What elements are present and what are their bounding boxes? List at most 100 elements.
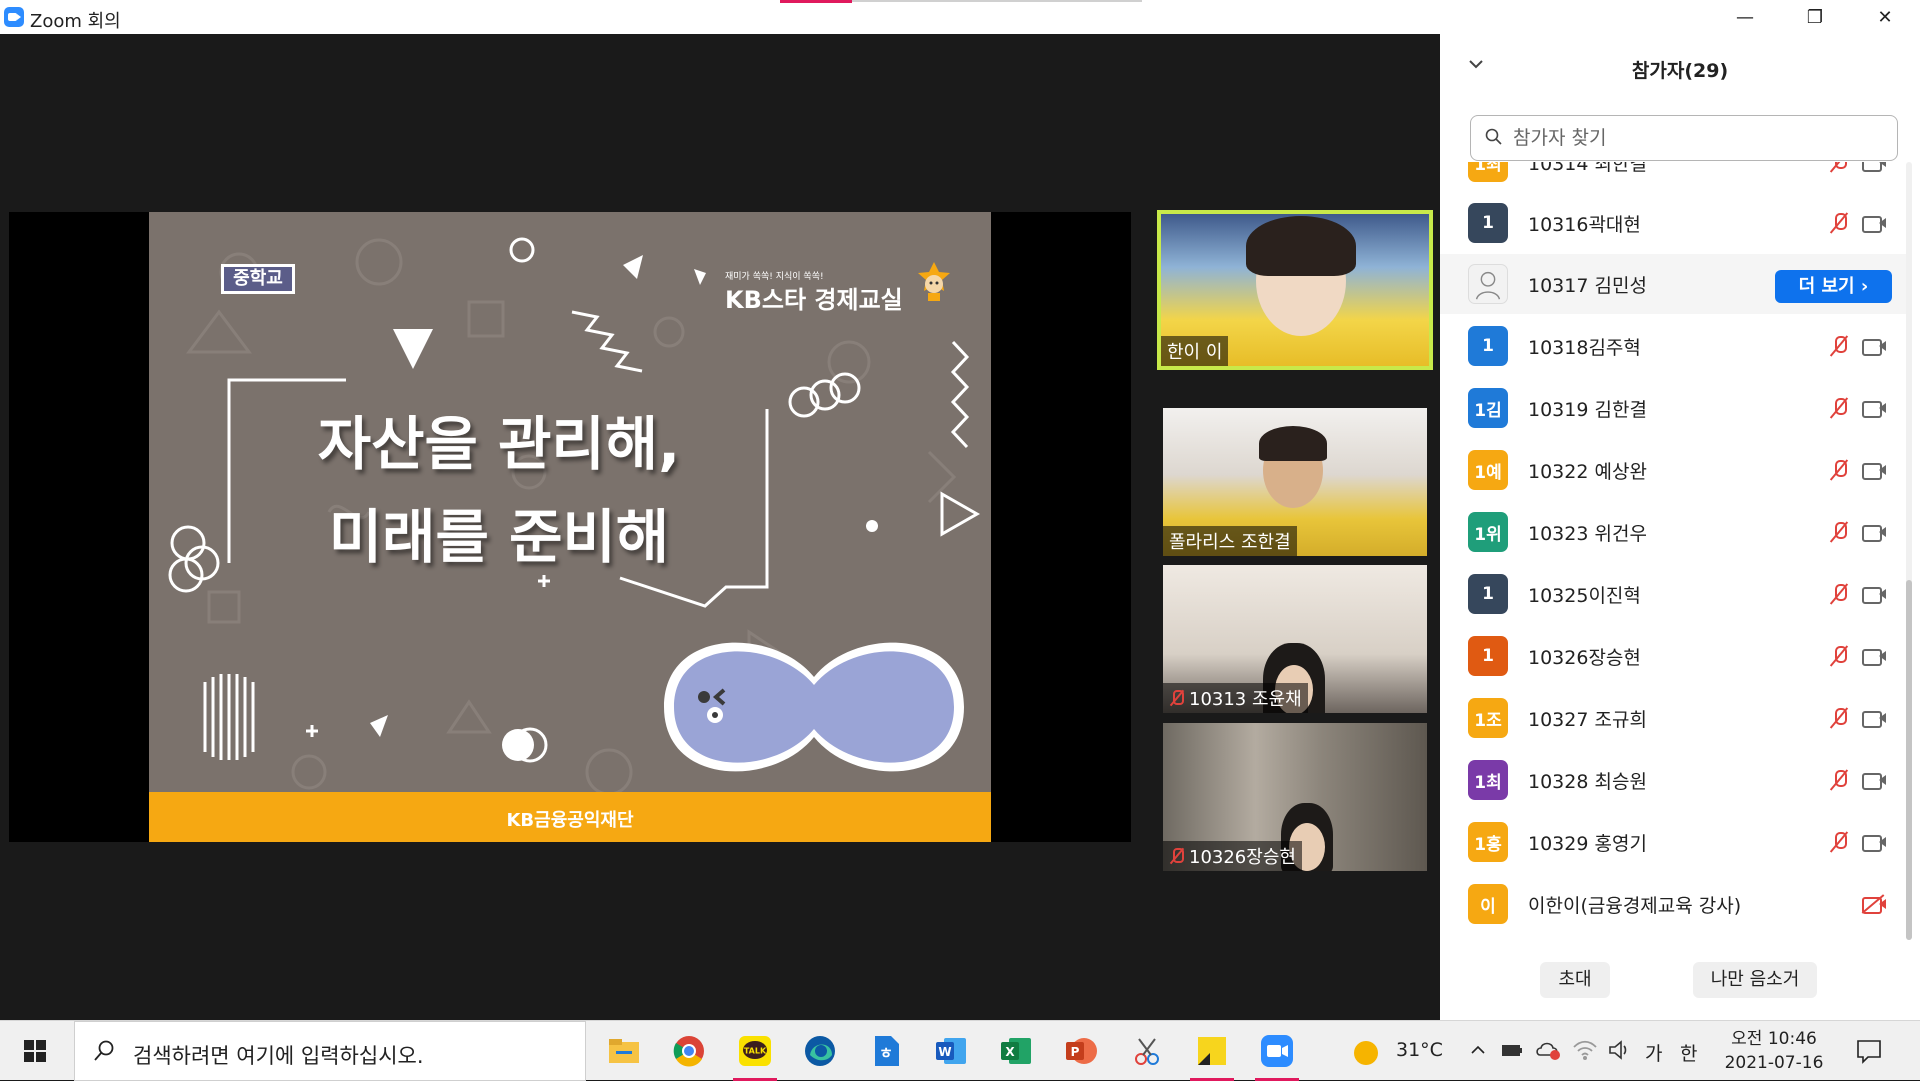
participant-row[interactable]: 1 10318김주혁 (1440, 316, 1910, 376)
participant-search-input[interactable] (1513, 124, 1883, 152)
more-button[interactable]: 더 보기 › (1775, 270, 1892, 303)
participant-row[interactable]: 1김 10319 김한결 (1440, 378, 1910, 438)
file-explorer-icon[interactable] (602, 1029, 646, 1073)
mic-muted-icon[interactable] (1828, 458, 1852, 484)
mic-muted-icon[interactable] (1828, 582, 1852, 608)
volume-icon[interactable] (1608, 1039, 1632, 1061)
video-tile-3[interactable]: 10313 조윤채 (1163, 565, 1427, 713)
notification-center-icon[interactable] (1855, 1037, 1883, 1065)
hancom-icon[interactable]: ㅎ (864, 1029, 908, 1073)
participant-row[interactable]: 10317 김민성 더 보기 › (1440, 254, 1910, 314)
video-tile-1[interactable]: 한이 이 (1157, 210, 1433, 370)
onedrive-error-icon[interactable] (1536, 1039, 1562, 1061)
participant-name: 10317 김민성 (1528, 275, 1647, 297)
profile-photo-icon (1468, 264, 1508, 304)
participant-avatar: 1예 (1468, 450, 1508, 490)
participant-avatar: 1 (1468, 203, 1508, 243)
participant-row[interactable]: 1조 10327 조규희 (1440, 688, 1910, 748)
windows-logo-icon (24, 1040, 46, 1062)
video-camera-icon[interactable] (1862, 648, 1888, 666)
participant-avatar: 1최 (1468, 760, 1508, 800)
mic-muted-icon[interactable] (1828, 768, 1852, 794)
video-tile-4[interactable]: 10326장승현 (1163, 723, 1427, 871)
powerpoint-icon[interactable]: P (1059, 1029, 1103, 1073)
zoom-icon[interactable] (1255, 1029, 1299, 1081)
ime-mode-indicator[interactable]: 한 (1680, 1039, 1697, 1066)
mic-muted-icon[interactable] (1828, 830, 1852, 856)
mic-muted-icon[interactable] (1828, 520, 1852, 546)
muted-mic-icon (1169, 689, 1185, 707)
participant-list: 1최 10314 최한결 1 10316곽대현 10317 김민성 더 보기 ›… (1440, 162, 1910, 940)
participant-row[interactable]: 이 이한이(금융경제교육 강사) (1440, 874, 1910, 934)
participant-row[interactable]: 1 10326장승현 (1440, 626, 1910, 686)
start-button[interactable] (0, 1021, 70, 1081)
video-tile-name: 10326장승현 (1163, 841, 1302, 871)
mic-muted-icon[interactable] (1828, 162, 1852, 176)
window-title: Zoom 회의 (30, 11, 121, 32)
video-camera-icon[interactable] (1862, 162, 1888, 172)
participant-list-scrollbar[interactable] (1906, 162, 1912, 940)
chevron-up-icon[interactable] (1470, 1045, 1486, 1055)
participant-hair (1246, 216, 1356, 276)
participant-name: 이한이(금융경제교육 강사) (1528, 895, 1742, 917)
video-camera-icon[interactable] (1862, 462, 1888, 480)
video-tile-2[interactable]: 폴라리스 조한결 (1163, 408, 1427, 556)
participant-row[interactable]: 1 10316곽대현 (1440, 193, 1910, 253)
mic-muted-icon[interactable] (1828, 396, 1852, 422)
snip-icon[interactable] (1125, 1029, 1169, 1073)
participant-row[interactable]: 1홍 10329 홍영기 (1440, 812, 1910, 872)
taskbar-search[interactable]: 검색하려면 여기에 입력하십시오. (74, 1021, 586, 1081)
video-off-icon[interactable] (1861, 894, 1888, 914)
ime-language-indicator[interactable]: 가 (1645, 1039, 1662, 1066)
participant-row[interactable]: 1 10325이진혁 (1440, 564, 1910, 624)
kakaotalk-icon[interactable]: TALK (733, 1029, 777, 1081)
mic-muted-icon[interactable] (1828, 644, 1852, 670)
search-icon (94, 1040, 114, 1061)
video-camera-icon[interactable] (1862, 772, 1888, 790)
word-label: W (938, 1045, 951, 1059)
participant-avatar: 1조 (1468, 698, 1508, 738)
participant-row[interactable]: 1위 10323 위건우 (1440, 502, 1910, 562)
battery-icon[interactable] (1500, 1041, 1524, 1059)
video-camera-icon[interactable] (1862, 524, 1888, 542)
participant-row[interactable]: 1예 10322 예상완 (1440, 440, 1910, 500)
video-camera-icon[interactable] (1862, 710, 1888, 728)
mic-muted-icon[interactable] (1828, 334, 1852, 360)
close-button[interactable]: ✕ (1850, 0, 1920, 34)
wifi-icon[interactable] (1572, 1039, 1598, 1061)
minimize-button[interactable]: — (1710, 0, 1780, 34)
video-camera-icon[interactable] (1862, 338, 1888, 356)
video-camera-icon[interactable] (1862, 215, 1888, 233)
hancom-label: ㅎ (879, 1044, 893, 1062)
video-camera-icon[interactable] (1862, 400, 1888, 418)
invite-button[interactable]: 초대 (1540, 962, 1610, 998)
participant-row[interactable]: 1최 10328 최승원 (1440, 750, 1910, 810)
participant-name: 10329 홍영기 (1528, 833, 1647, 855)
participant-name: 10328 최승원 (1528, 771, 1647, 793)
mic-muted-icon[interactable] (1828, 211, 1852, 237)
taskbar-clock[interactable]: 오전 10:46 2021-07-16 (1724, 1027, 1824, 1075)
participant-search[interactable] (1470, 115, 1898, 161)
zoom-logo-icon (4, 7, 24, 27)
excel-icon[interactable]: X (994, 1029, 1038, 1073)
participant-row[interactable]: 1최 10314 최한결 (1440, 162, 1910, 192)
title-accent-line (780, 0, 852, 3)
mic-muted-icon[interactable] (1828, 706, 1852, 732)
participant-avatar: 1최 (1468, 162, 1508, 182)
participant-name: 10323 위건우 (1528, 523, 1647, 545)
participant-name: 10318김주혁 (1528, 337, 1641, 359)
sticky-notes-icon[interactable] (1190, 1029, 1234, 1081)
participant-name: 10327 조규희 (1528, 709, 1647, 731)
chrome-icon[interactable] (667, 1029, 711, 1073)
word-icon[interactable]: W (929, 1029, 973, 1073)
video-camera-icon[interactable] (1862, 586, 1888, 604)
mute-me-button[interactable]: 나만 음소거 (1693, 962, 1817, 998)
edge-icon[interactable] (798, 1029, 842, 1073)
slide-footer-text: KB금융공익재단 (506, 810, 634, 831)
weather-temperature[interactable]: 31°C (1396, 1039, 1443, 1061)
video-tile-name: 10313 조윤채 (1163, 683, 1308, 713)
video-camera-icon[interactable] (1862, 834, 1888, 852)
weather-sun-icon[interactable] (1352, 1039, 1380, 1067)
scrollbar-thumb[interactable] (1906, 580, 1912, 940)
restore-button[interactable]: ❐ (1780, 0, 1850, 34)
